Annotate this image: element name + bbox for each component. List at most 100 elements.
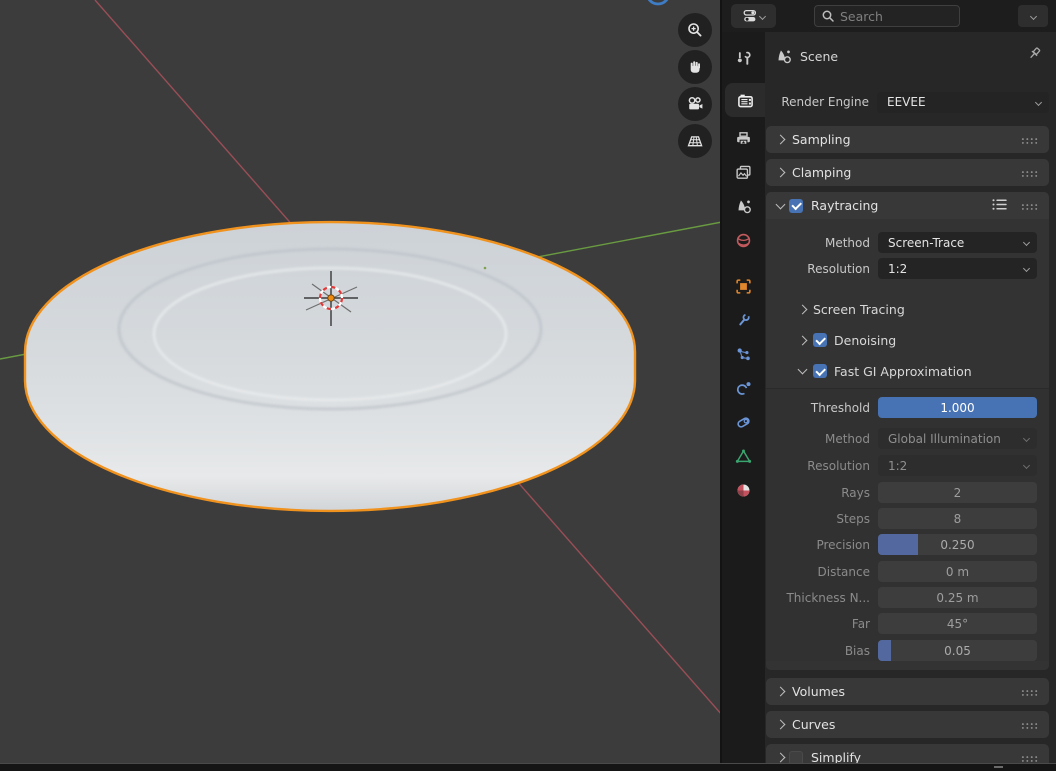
panel-grip[interactable]: [1021, 130, 1038, 149]
fast-gi-row-far: Far 45°: [766, 613, 1037, 634]
render-engine-dropdown[interactable]: EEVEE: [877, 92, 1049, 113]
precision-slider: 0.250: [878, 534, 1037, 555]
scene-icon: [775, 48, 792, 65]
particles-icon: [735, 346, 752, 363]
properties-header: [722, 0, 1056, 32]
resolution-label: Resolution: [766, 262, 878, 276]
fast-gi-checkbox[interactable]: [813, 364, 827, 378]
tab-particles[interactable]: [722, 337, 765, 371]
bias-label: Bias: [766, 644, 878, 658]
subpanel-denoising[interactable]: Denoising: [799, 331, 1049, 349]
panel-grip[interactable]: [1021, 196, 1038, 215]
view-layer-icon: [735, 164, 752, 181]
viewport-zoom-button[interactable]: [678, 13, 712, 47]
properties-editor: Scene Render Engine EEVEE: [722, 0, 1056, 771]
panel-raytracing: Raytracing Method Screen-Trace: [766, 192, 1049, 670]
thickness-label: Thickness N...: [766, 591, 878, 605]
camera-view-icon: [686, 95, 704, 113]
physics-icon: [735, 380, 752, 397]
constraints-icon: [735, 414, 752, 431]
tab-output[interactable]: [722, 121, 765, 155]
gi-resolution-label: Resolution: [766, 459, 878, 473]
tab-material[interactable]: [722, 473, 765, 507]
tab-constraints[interactable]: [722, 405, 765, 439]
tab-modifiers[interactable]: [722, 303, 765, 337]
properties-tab-strip: [722, 32, 765, 771]
render-engine-label: Render Engine: [765, 95, 877, 109]
chevron-down-icon: [798, 365, 808, 375]
chevron-right-icon: [776, 753, 786, 763]
tab-physics[interactable]: [722, 371, 765, 405]
breadcrumb: Scene: [765, 44, 1056, 68]
panel-header-clamping[interactable]: Clamping: [766, 159, 1049, 186]
tab-object[interactable]: [722, 269, 765, 303]
fast-gi-row-distance: Distance 0 m: [766, 561, 1037, 582]
panel-grip[interactable]: [1021, 715, 1038, 734]
chevron-down-icon: [1023, 239, 1030, 246]
tab-object-data[interactable]: [722, 439, 765, 473]
steps-label: Steps: [766, 512, 878, 526]
panel-grip[interactable]: [1021, 163, 1038, 182]
render-engine-row: Render Engine EEVEE: [765, 91, 1056, 113]
pin-button[interactable]: [1025, 45, 1043, 67]
blender-window: Scene Render Engine EEVEE: [0, 0, 1056, 771]
pan-hand-icon: [686, 58, 704, 76]
fast-gi-row-steps: Steps 8: [766, 508, 1037, 529]
subpanel-screen-tracing[interactable]: Screen Tracing: [799, 300, 1049, 318]
fast-gi-row-resolution: Resolution 1:2: [766, 455, 1037, 476]
viewport-pan-button[interactable]: [678, 50, 712, 84]
search-field[interactable]: [814, 5, 960, 27]
modifier-wrench-icon: [735, 312, 752, 329]
viewport-perspective-button[interactable]: [678, 124, 712, 158]
search-input[interactable]: [840, 9, 940, 24]
panel-header-curves[interactable]: Curves: [766, 711, 1049, 738]
viewport-camera-button[interactable]: [678, 87, 712, 121]
raytracing-resolution-dropdown[interactable]: 1:2: [878, 258, 1037, 279]
tab-world[interactable]: [722, 223, 765, 257]
fast-gi-body: Threshold 1.000 Method Global Illuminati…: [766, 388, 1049, 661]
navigation-gizmo-arc: [647, 0, 669, 4]
chevron-down-icon: [1035, 98, 1042, 105]
output-properties-icon: [735, 130, 752, 147]
distance-label: Distance: [766, 565, 878, 579]
gi-method-dropdown: Global Illumination: [878, 428, 1037, 449]
grid-perspective-icon: [686, 132, 704, 150]
panel-header-volumes[interactable]: Volumes: [766, 678, 1049, 705]
object-data-icon: [735, 448, 752, 465]
chevron-right-icon: [776, 687, 786, 697]
tab-scene[interactable]: [722, 189, 765, 223]
panel-grip[interactable]: [1021, 682, 1038, 701]
tab-tool[interactable]: [722, 41, 765, 75]
tab-view-layer[interactable]: [722, 155, 765, 189]
editor-type-button[interactable]: [731, 4, 776, 28]
subpanel-fast-gi[interactable]: Fast GI Approximation: [799, 362, 1049, 380]
3d-viewport[interactable]: [0, 0, 722, 763]
raytracing-body: Method Screen-Trace Resolution 1:2: [766, 219, 1049, 670]
denoising-checkbox[interactable]: [813, 333, 827, 347]
panel-header-sampling[interactable]: Sampling: [766, 126, 1049, 153]
fast-gi-row-rays: Rays 2: [766, 482, 1037, 503]
raytracing-method-dropdown[interactable]: Screen-Trace: [878, 232, 1037, 253]
panel-header-raytracing[interactable]: Raytracing: [766, 192, 1049, 219]
fast-gi-row-thickness: Thickness N... 0.25 m: [766, 587, 1037, 608]
header-menu-button[interactable]: [1018, 5, 1048, 27]
threshold-slider[interactable]: 1.000: [878, 397, 1037, 418]
plate-object: [25, 222, 635, 511]
raytracing-checkbox[interactable]: [789, 199, 803, 213]
scene-properties-icon: [735, 198, 752, 215]
presets-button[interactable]: [992, 196, 1009, 215]
tab-render[interactable]: [725, 83, 765, 117]
steps-field: 8: [878, 508, 1037, 529]
distance-field: 0 m: [878, 561, 1037, 582]
resize-handle-nub[interactable]: [994, 766, 1003, 768]
chevron-down-icon: [1023, 462, 1030, 469]
object-properties-icon: [735, 278, 752, 295]
fast-gi-row-threshold: Threshold 1.000: [766, 397, 1037, 418]
chevron-down-icon: [1029, 12, 1036, 19]
gi-method-label: Method: [766, 432, 878, 446]
search-icon: [821, 9, 835, 23]
fast-gi-row-bias: Bias 0.05: [766, 640, 1037, 661]
raytracing-method-row: Method Screen-Trace: [766, 232, 1037, 253]
breadcrumb-scene-label: Scene: [800, 49, 838, 64]
thickness-field: 0.25 m: [878, 587, 1037, 608]
